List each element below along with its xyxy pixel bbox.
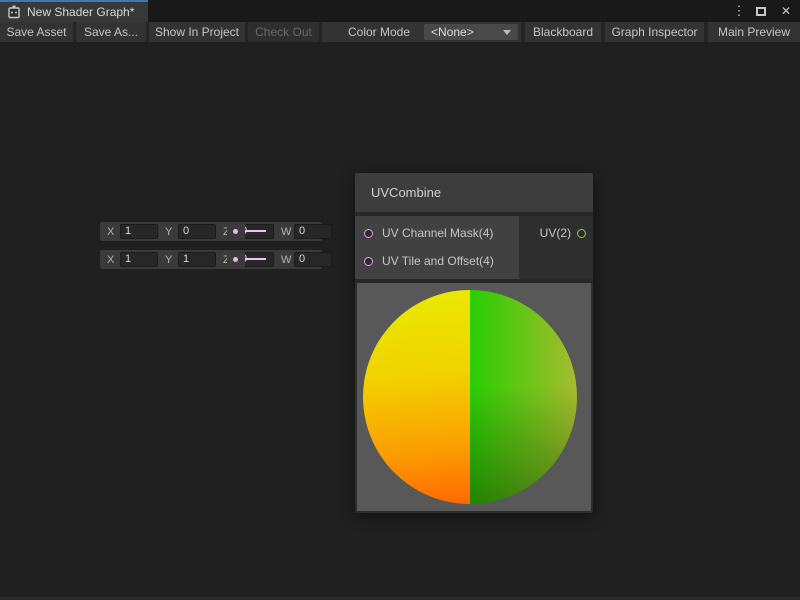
- vector4-node-channel-mask[interactable]: X1 Y0 Z0 W0: [100, 222, 322, 241]
- sphere-right-half: [470, 290, 577, 504]
- vector-y-field[interactable]: 0: [178, 224, 216, 239]
- color-mode-section: Color Mode <None>: [322, 22, 521, 42]
- output-port-uv[interactable]: [577, 229, 586, 238]
- node-title: UVCombine: [371, 185, 441, 200]
- node-body: UV Channel Mask(4) UV Tile and Offset(4)…: [355, 216, 593, 279]
- tab-new-shader-graph[interactable]: New Shader Graph*: [0, 0, 148, 22]
- node-output-column: UV(2): [519, 216, 593, 279]
- chevron-down-icon: [503, 30, 511, 35]
- input-port-label: UV Channel Mask(4): [382, 226, 493, 240]
- close-icon[interactable]: ✕: [774, 0, 798, 22]
- field-label: W: [281, 226, 290, 238]
- vector4-output-port[interactable]: [227, 222, 245, 241]
- vector4-node-tile-offset[interactable]: X1 Y1 Z0 W0: [100, 250, 322, 269]
- edge-wire[interactable]: [245, 230, 266, 232]
- color-mode-label: Color Mode: [348, 22, 410, 42]
- shader-graph-window: New Shader Graph* ⋮ ✕ Save Asset Save As…: [0, 0, 800, 600]
- tab-title: New Shader Graph*: [27, 5, 134, 19]
- vector-w-field[interactable]: 0: [294, 252, 332, 267]
- show-in-project-button[interactable]: Show In Project: [149, 22, 245, 42]
- output-port-row: UV(2): [519, 219, 593, 247]
- kebab-menu-icon[interactable]: ⋮: [730, 0, 748, 22]
- node-input-column: UV Channel Mask(4) UV Tile and Offset(4): [355, 216, 519, 279]
- input-port-label: UV Tile and Offset(4): [382, 254, 494, 268]
- shader-graph-asset-icon: [7, 5, 21, 19]
- input-port-uv-tile-offset[interactable]: [364, 257, 373, 266]
- input-port-row: UV Tile and Offset(4): [355, 247, 519, 275]
- input-port-row: UV Channel Mask(4): [355, 219, 519, 247]
- node-preview: [357, 283, 591, 511]
- vector-x-field[interactable]: 1: [120, 252, 158, 267]
- vector-w-field[interactable]: 0: [294, 224, 332, 239]
- vector4-output-port[interactable]: [227, 250, 245, 269]
- blackboard-toggle-button[interactable]: Blackboard: [525, 22, 601, 42]
- save-as-button[interactable]: Save As...: [76, 22, 146, 42]
- field-label: X: [107, 226, 116, 238]
- color-mode-dropdown[interactable]: <None>: [424, 24, 518, 40]
- field-label: W: [281, 254, 290, 266]
- node-header[interactable]: UVCombine: [355, 173, 593, 212]
- vector-y-field[interactable]: 1: [178, 252, 216, 267]
- uvcombine-node[interactable]: UVCombine UV Channel Mask(4) UV Tile and…: [355, 173, 593, 513]
- graph-canvas[interactable]: X1 Y0 Z0 W0 X1 Y1 Z0 W0 UVCombine: [0, 42, 800, 600]
- vector-x-field[interactable]: 1: [120, 224, 158, 239]
- window-controls: ⋮ ✕: [730, 0, 800, 22]
- maximize-icon[interactable]: [748, 0, 774, 22]
- input-port-uv-channel-mask[interactable]: [364, 229, 373, 238]
- field-label: Y: [165, 254, 174, 266]
- toolbar: Save Asset Save As... Show In Project Ch…: [0, 22, 800, 42]
- port-dot-icon: [233, 229, 238, 234]
- sphere-left-half: [363, 290, 470, 504]
- tab-bar: New Shader Graph* ⋮ ✕: [0, 0, 800, 22]
- field-label: Y: [165, 226, 174, 238]
- edge-wire[interactable]: [245, 258, 266, 260]
- output-port-label: UV(2): [540, 226, 571, 240]
- check-out-button: Check Out: [248, 22, 319, 42]
- color-mode-value: <None>: [431, 22, 503, 42]
- graph-inspector-toggle-button[interactable]: Graph Inspector: [605, 22, 704, 42]
- save-asset-button[interactable]: Save Asset: [0, 22, 73, 42]
- field-label: X: [107, 254, 116, 266]
- preview-sphere: [363, 290, 577, 504]
- port-dot-icon: [233, 257, 238, 262]
- main-preview-toggle-button[interactable]: Main Preview: [708, 22, 800, 42]
